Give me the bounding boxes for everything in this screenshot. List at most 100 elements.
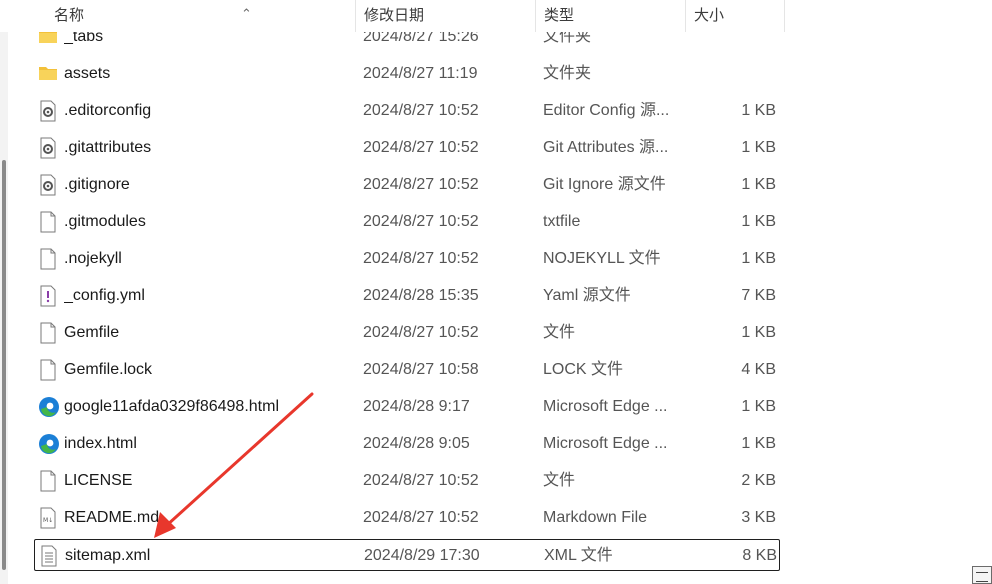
file-type: Yaml 源文件 [543, 287, 631, 304]
file-name: _config.yml [64, 287, 145, 304]
file-name: README.md [64, 509, 160, 526]
file-size: 4 KB [741, 361, 776, 378]
file-type: txtfile [543, 213, 581, 230]
column-header-name-label: 名称 [54, 7, 85, 24]
file-name: google11afda0329f86498.html [64, 398, 279, 415]
file-row[interactable]: .gitattributes 2024/8/27 10:52 Git Attribu… [34, 132, 780, 164]
folder-icon [38, 58, 60, 90]
blank-file-icon [38, 354, 60, 386]
file-size: 3 KB [741, 509, 776, 526]
file-name: .gitignore [64, 176, 130, 193]
chevron-up-icon: ⌃ [241, 6, 252, 21]
file-modified-date: 2024/8/27 10:58 [363, 361, 479, 378]
yaml-file-icon [38, 280, 60, 312]
file-name: .gitattributes [64, 139, 152, 156]
file-row[interactable]: LICENSE 2024/8/27 10:52 文件 2 KB [34, 465, 780, 497]
column-header-bar: 名称 ⌃ 修改日期 类型 大小 [0, 0, 992, 32]
file-size: 1 KB [741, 213, 776, 230]
file-type: 文件夹 [543, 65, 592, 82]
file-type: LOCK 文件 [543, 361, 624, 378]
file-type: NOJEKYLL 文件 [543, 250, 661, 267]
file-modified-date: 2024/8/27 10:52 [363, 250, 479, 267]
file-modified-date: 2024/8/28 9:05 [363, 435, 470, 452]
file-size: 2 KB [741, 472, 776, 489]
file-size: 1 KB [741, 250, 776, 267]
file-row[interactable]: Gemfile.lock 2024/8/27 10:58 LOCK 文件 4 KB [34, 354, 780, 386]
file-modified-date: 2024/8/27 10:52 [363, 176, 479, 193]
blank-file-icon [38, 243, 60, 275]
file-row[interactable]: assets 2024/8/27 11:19 文件夹 [34, 58, 780, 90]
file-name: LICENSE [64, 472, 133, 489]
file-modified-date: 2024/8/28 9:17 [363, 398, 470, 415]
file-modified-date: 2024/8/29 17:30 [364, 547, 480, 564]
file-name: Gemfile.lock [64, 361, 153, 378]
file-row[interactable]: M↓ README.md 2024/8/27 10:52 Markdown File 3… [34, 502, 780, 534]
details-view-icon [976, 572, 988, 582]
file-type: Git Attributes 源... [543, 139, 669, 156]
file-type: 文件 [543, 472, 576, 489]
edge-icon [38, 391, 60, 423]
blank-file-icon [38, 317, 60, 349]
file-modified-date: 2024/8/27 11:19 [363, 65, 478, 82]
file-size: 1 KB [741, 139, 776, 156]
column-header-date-label: 修改日期 [364, 7, 425, 24]
file-name: assets [64, 65, 111, 82]
file-name: index.html [64, 435, 137, 452]
file-type: XML 文件 [544, 547, 613, 564]
file-type: Microsoft Edge ... [543, 398, 668, 415]
file-size: 1 KB [741, 324, 776, 341]
file-size: 8 KB [742, 547, 777, 564]
column-header-type-label: 类型 [544, 7, 575, 24]
file-size [686, 58, 776, 90]
blank-file-icon [38, 465, 60, 497]
file-size: 1 KB [741, 435, 776, 452]
column-header-date[interactable]: 修改日期 [355, 0, 535, 32]
markdown-file-icon: M↓ [38, 502, 60, 534]
file-size: 7 KB [741, 287, 776, 304]
file-row[interactable]: Gemfile 2024/8/27 10:52 文件 1 KB [34, 317, 780, 349]
file-type: Microsoft Edge ... [543, 435, 668, 452]
file-row[interactable]: .nojekyll 2024/8/27 10:52 NOJEKYLL 文件 1 KB [34, 243, 780, 275]
column-header-type[interactable]: 类型 [535, 0, 685, 32]
file-size: 1 KB [741, 398, 776, 415]
file-modified-date: 2024/8/27 10:52 [363, 213, 479, 230]
svg-text:M↓: M↓ [43, 517, 53, 524]
file-explorer-window: 名称 ⌃ 修改日期 类型 大小 _tabs 2024/8/27 15:26 文件夹 a… [0, 0, 992, 584]
file-row[interactable]: google11afda0329f86498.html 2024/8/28 9:1… [34, 391, 780, 423]
file-row[interactable]: index.html 2024/8/28 9:05 Microsoft Edge .… [34, 428, 780, 460]
config-file-icon [38, 169, 60, 201]
file-modified-date: 2024/8/27 10:52 [363, 472, 479, 489]
scrollbar-thumb[interactable] [2, 160, 6, 570]
file-row[interactable]: sitemap.xml 2024/8/29 17:30 XML 文件 8 KB [34, 539, 780, 571]
blank-file-icon [38, 206, 60, 238]
file-modified-date: 2024/8/27 10:52 [363, 139, 479, 156]
file-size: 1 KB [741, 102, 776, 119]
file-modified-date: 2024/8/28 15:35 [363, 287, 479, 304]
edge-icon [38, 428, 60, 460]
config-file-icon [38, 95, 60, 127]
file-name: .gitmodules [64, 213, 146, 230]
file-type: Git Ignore 源文件 [543, 176, 666, 193]
column-header-size[interactable]: 大小 [685, 0, 785, 32]
navigation-pane-scrollbar[interactable] [0, 0, 8, 584]
file-name: .editorconfig [64, 102, 152, 119]
file-row[interactable]: .editorconfig 2024/8/27 10:52 Editor Confi… [34, 95, 780, 127]
file-type: Editor Config 源... [543, 102, 670, 119]
file-name: sitemap.xml [65, 547, 151, 564]
file-row[interactable]: .gitmodules 2024/8/27 10:52 txtfile 1 KB [34, 206, 780, 238]
file-modified-date: 2024/8/27 10:52 [363, 509, 479, 526]
file-size: 1 KB [741, 176, 776, 193]
file-modified-date: 2024/8/27 10:52 [363, 324, 479, 341]
column-header-name[interactable]: 名称 ⌃ [46, 0, 355, 32]
file-type: Markdown File [543, 509, 648, 526]
column-header-size-label: 大小 [694, 7, 725, 24]
config-file-icon [38, 132, 60, 164]
file-row[interactable]: .gitignore 2024/8/27 10:52 Git Ignore 源文件 1… [34, 169, 780, 201]
file-type: 文件 [543, 324, 576, 341]
text-file-icon [39, 540, 61, 572]
view-toggle-button[interactable] [972, 566, 992, 584]
file-row[interactable]: _config.yml 2024/8/28 15:35 Yaml 源文件 7 KB [34, 280, 780, 312]
file-name: .nojekyll [64, 250, 122, 267]
file-modified-date: 2024/8/27 10:52 [363, 102, 479, 119]
file-name: Gemfile [64, 324, 120, 341]
